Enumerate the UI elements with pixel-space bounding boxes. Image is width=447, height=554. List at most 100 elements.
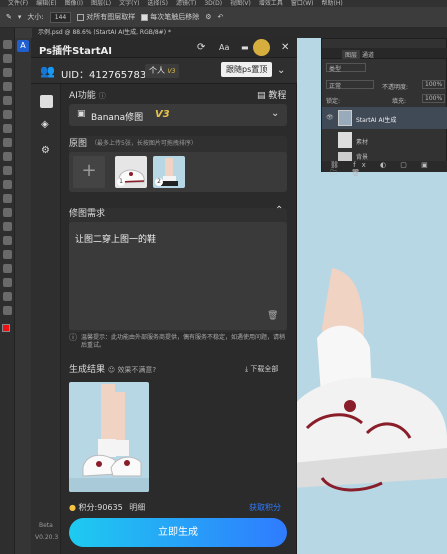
brush-tool-icon[interactable]: ✎ [6,13,12,21]
layer-footer-icons[interactable]: ⛓ fx ◐ ▢ ▣ 🗀 🗑 [322,161,447,177]
plugin-header: Ps插件StartAI ⟳ Aa ▬ ✕ [31,38,297,58]
tutorial-label: 教程 [268,91,287,101]
lock-label: 锁定: [326,98,341,105]
points-display: ● 积分:90635 明细 [69,502,145,513]
blur-tool-icon[interactable] [3,208,12,217]
type-tool-icon[interactable] [3,250,12,259]
crop-tool-icon[interactable] [3,96,12,105]
plugin-title: Ps插件StartAI [39,46,113,57]
menu-item[interactable]: 图像(I) [65,0,83,7]
tutorial-link[interactable]: ▤ 教程 [257,88,286,101]
path-select-tool-icon[interactable] [3,264,12,273]
refresh-icon[interactable]: ⟳ [197,43,205,53]
settings-icon[interactable]: ⚙ [205,13,211,21]
detail-link[interactable]: 明细 [129,503,145,512]
info-icon[interactable]: ⓘ [99,92,106,100]
smile-icon: ☺ [107,366,116,374]
notice-text: ⓘ 温馨提示：此功能由外部服务商提供，偶有服务不稳定，如遇使用问题，请稍后重试。 [69,334,287,356]
document-tab[interactable]: 示例.psd @ 88.6% (StartAI AI生成, RGB/8#) * [32,28,447,38]
pin-tooltip: 跟随ps置顶 [221,62,273,77]
points-value: 积分:90635 [78,503,123,512]
pin-top-button[interactable] [253,39,270,56]
download-all-button[interactable]: ⤓ 下载全部 [245,364,278,374]
menu-item[interactable]: 滤镜(T) [176,0,196,7]
magic-wand-tool-icon[interactable] [3,82,12,91]
requirement-textarea[interactable]: 让图二穿上图一的鞋 🗑 [69,222,287,330]
uploaded-image-1[interactable]: 1 [115,156,147,188]
tab-layers[interactable]: 图层 [342,50,361,59]
layer-thumbnail [338,132,352,148]
edit-icon[interactable] [40,95,53,108]
gradient-tool-icon[interactable] [3,194,12,203]
layers-stack-icon[interactable]: ◈ [41,120,49,130]
pen-tool-icon[interactable] [3,236,12,245]
uid-text: UID：4127657838 [61,70,153,81]
notice-body: 温馨提示：此功能由外部服务商提供，偶有服务不稳定，如遇使用问题，请稍后重试。 [81,334,286,349]
history-brush-tool-icon[interactable] [3,166,12,175]
menu-item[interactable]: 文字(Y) [119,0,139,7]
menu-item[interactable]: 选择(S) [147,0,168,7]
minimize-icon[interactable]: ▬ [241,44,249,52]
account-badge[interactable]: 个人 V3 [145,64,180,78]
result-image[interactable] [69,382,149,492]
unsatisfied-link[interactable]: ☺ 效果不满意? [108,366,156,374]
generate-button[interactable]: 立即生成 [69,518,287,547]
opacity-label: 不透明度: [382,84,409,91]
menu-item[interactable]: 增效工具 [259,0,283,7]
menu-item[interactable]: 图层(L) [91,0,111,7]
menu-item[interactable]: 窗口(W) [291,0,314,7]
layer-row[interactable]: 背景 [322,151,447,161]
close-icon[interactable]: ✕ [281,43,289,53]
original-label: 原图 [69,139,88,149]
foreground-color-swatch[interactable] [2,324,10,332]
menu-item[interactable]: 编辑(E) [36,0,56,7]
trash-icon[interactable]: 🗑 [267,312,278,321]
get-points-link[interactable]: 获取积分 [249,502,281,513]
dodge-tool-icon[interactable] [3,222,12,231]
size-input[interactable]: 144 [49,11,72,23]
account-label: 个人 [149,66,165,75]
gear-icon[interactable]: ⚙ [41,146,50,156]
auto-remove-checkbox[interactable]: 每次笔触后移除 [141,12,199,22]
layer-kind-filter[interactable]: 类型 [326,63,366,73]
undo-icon[interactable]: ↶ [217,13,223,21]
menu-item[interactable]: 帮助(H) [322,0,343,7]
layer-row[interactable]: 👁 StartAI AI生成 [322,107,447,129]
model-name: Banana修图 [91,113,144,123]
chevron-down-icon[interactable]: ⌄ [277,66,285,76]
font-size-icon[interactable]: Aa [219,44,229,52]
chevron-up-icon[interactable]: ⌃ [275,206,283,216]
eye-icon[interactable]: 👁 [326,114,334,121]
auto-remove-label: 每次笔触后移除 [150,13,200,21]
sample-all-checkbox[interactable]: 对所有图层取样 [77,12,135,22]
brush-tool-icon[interactable] [3,138,12,147]
menu-item[interactable]: 文件(F) [8,0,28,7]
model-select[interactable]: ▣ Banana修图 V3 ⌄ [69,104,287,126]
eraser-tool-icon[interactable] [3,180,12,189]
eyedropper-tool-icon[interactable] [3,110,12,119]
ai-function-label: AI功能 ⓘ [69,88,106,101]
fill-input[interactable]: 100% [422,94,446,103]
zoom-tool-icon[interactable] [3,306,12,315]
blend-mode-select[interactable]: 正常 [326,80,374,90]
stamp-tool-icon[interactable] [3,152,12,161]
startai-panel-icon[interactable]: A [17,40,29,52]
add-image-button[interactable]: + [73,156,105,188]
lasso-tool-icon[interactable] [3,68,12,77]
healing-tool-icon[interactable] [3,124,12,133]
layer-kind-label: 类型 [329,66,342,73]
opacity-input[interactable]: 100% [422,80,446,89]
menu-item[interactable]: 3D(D) [204,0,222,7]
marquee-tool-icon[interactable] [3,54,12,63]
brush-preset-picker[interactable]: ▾ [18,13,22,21]
layer-name: 背景 [356,154,369,161]
tab-channels[interactable]: 通道 [362,50,374,59]
shape-tool-icon[interactable] [3,278,12,287]
move-tool-icon[interactable] [3,40,12,49]
hand-tool-icon[interactable] [3,292,12,301]
layer-row[interactable]: 素材 [322,129,447,151]
uploaded-image-2[interactable]: 2 [153,156,185,188]
result-label: 生成结果 ☺ 效果不满意? [69,362,156,375]
menu-item[interactable]: 视图(V) [230,0,251,7]
panel-icons-strip: A [15,38,31,554]
